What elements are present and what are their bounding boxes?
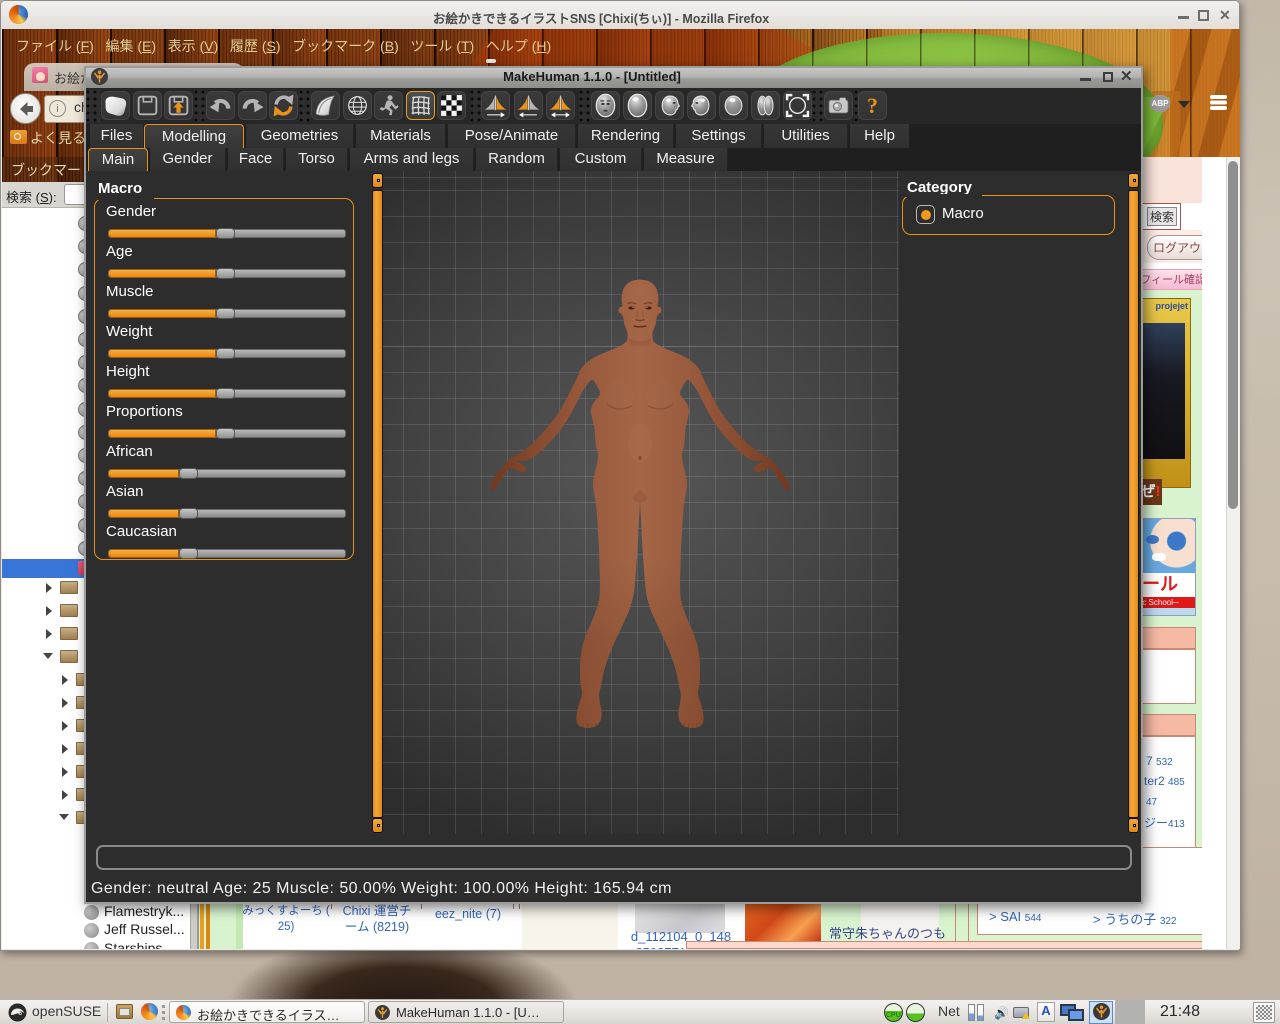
svg-text:?: ? (867, 94, 878, 118)
